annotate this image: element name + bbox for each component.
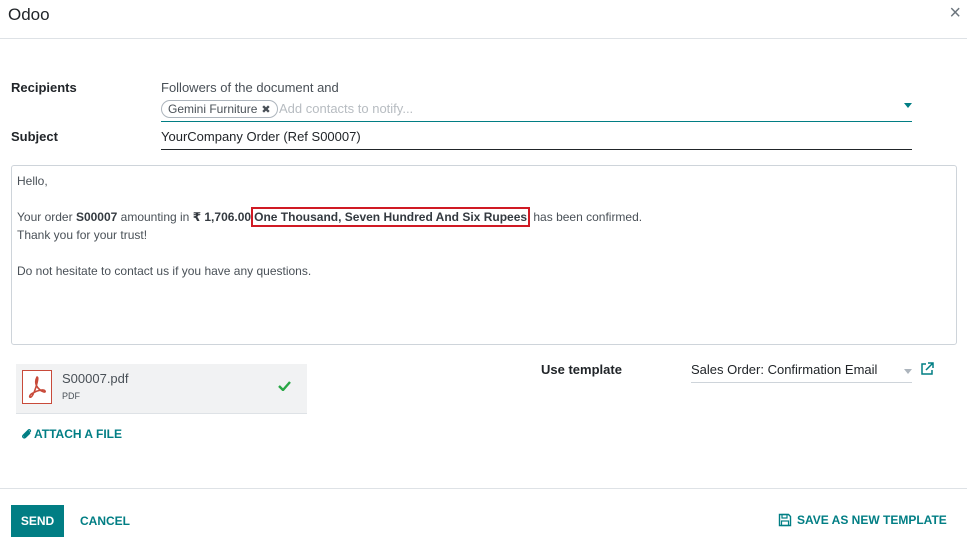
body-line-3: Do not hesitate to contact us if you hav… — [17, 264, 312, 278]
order-amount: ₹ 1,706.00 — [192, 210, 252, 224]
close-icon[interactable]: × — [949, 3, 961, 23]
recipients-label: Recipients — [11, 80, 77, 95]
remove-tag-icon[interactable]: ✖ — [261, 104, 270, 116]
template-selected-value: Sales Order: Confirmation Email — [691, 362, 878, 377]
attachment-card[interactable]: S00007.pdf PDF — [16, 364, 307, 414]
dialog-footer: SEND CANCEL SAVE AS NEW TEMPLATE — [0, 488, 967, 552]
save-as-new-template-label: SAVE AS NEW TEMPLATE — [797, 513, 947, 527]
attach-file-button[interactable]: ATTACH A FILE — [21, 427, 122, 441]
save-as-new-template-button[interactable]: SAVE AS NEW TEMPLATE — [778, 513, 947, 527]
use-template-label: Use template — [541, 362, 622, 377]
attach-file-label: ATTACH A FILE — [34, 427, 122, 441]
external-link-icon[interactable] — [920, 362, 934, 381]
attachment-name: S00007.pdf — [62, 371, 129, 386]
pdf-file-icon — [22, 370, 52, 404]
body-greeting: Hello, — [17, 174, 48, 188]
chevron-down-icon[interactable] — [904, 103, 912, 108]
chevron-down-icon[interactable] — [904, 369, 912, 374]
recipients-prefix-text: Followers of the document and — [161, 80, 339, 95]
cancel-button[interactable]: CANCEL — [80, 514, 130, 528]
message-body-editor[interactable]: Hello, Your order S00007 amounting in ₹ … — [11, 165, 957, 345]
add-contacts-input[interactable] — [279, 101, 879, 116]
paperclip-icon — [22, 429, 32, 439]
floppy-disk-icon — [778, 513, 792, 527]
dialog-header: Odoo × — [0, 0, 967, 39]
body-line-2: Thank you for your trust! — [17, 228, 148, 242]
recipients-field[interactable]: Gemini Furniture ✖ — [161, 98, 912, 122]
subject-input[interactable]: YourCompany Order (Ref S00007) — [161, 127, 912, 150]
check-icon — [278, 378, 291, 396]
amount-in-words-highlight: One Thousand, Seven Hundred And Six Rupe… — [251, 207, 531, 227]
subject-label: Subject — [11, 129, 58, 144]
body-line-1: Your order S00007 amounting in ₹ 1,706.0… — [17, 207, 951, 227]
recipient-tag-label: Gemini Furniture — [168, 102, 258, 116]
template-select[interactable]: Sales Order: Confirmation Email — [691, 360, 912, 383]
attachment-type: PDF — [62, 391, 80, 401]
send-button[interactable]: SEND — [11, 505, 64, 537]
order-reference: S00007 — [75, 210, 118, 224]
recipient-tag[interactable]: Gemini Furniture ✖ — [161, 100, 278, 118]
dialog-title: Odoo — [8, 5, 50, 24]
